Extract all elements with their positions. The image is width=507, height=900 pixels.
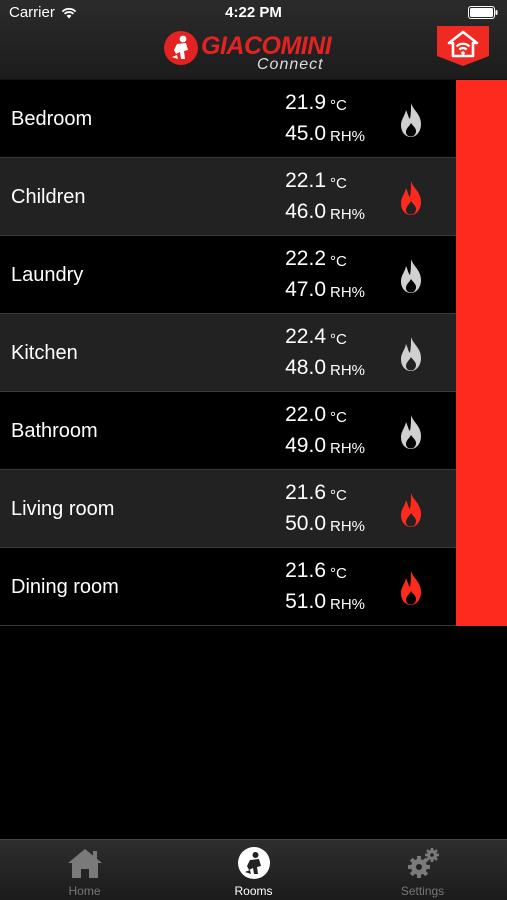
humidity-value: 48.0 [285,356,326,379]
room-name: Dining room [11,576,119,598]
temperature-value: 21.6 [285,481,326,504]
logo-subtitle: Connect [257,56,324,73]
room-name: Laundry [11,264,84,286]
home-icon [68,849,102,878]
temperature-value: 21.6 [285,559,326,582]
flame-active-icon [401,493,421,527]
temperature-unit: °C [330,487,347,504]
battery-icon [468,6,498,19]
room-row[interactable]: Dining room 21.6 °C 51.0 RH% [0,548,507,626]
tab-home-label: Home [68,884,101,898]
status-time: 4:22 PM [225,4,282,21]
temperature-value: 22.1 [285,169,326,192]
temperature-reading: 22.4 °C [270,323,370,353]
humidity-unit: RH% [330,284,366,301]
temperature-unit: °C [330,175,347,192]
flame-icon [401,259,421,293]
temperature-reading: 22.0 °C [270,401,370,431]
room-status-strip[interactable] [456,158,507,236]
tab-home[interactable]: Home [0,840,169,900]
flame-active-icon [401,181,421,215]
temperature-reading: 21.6 °C [270,557,370,587]
room-name: Children [11,186,86,208]
humidity-unit: RH% [330,128,366,145]
humidity-unit: RH% [330,596,366,613]
tab-bar: Home Rooms Settings [0,839,507,900]
room-name: Kitchen [11,342,78,364]
room-row[interactable]: Laundry 22.2 °C 47.0 RH% [0,236,507,314]
humidity-reading: 46.0 RH% [270,198,370,228]
humidity-reading: 51.0 RH% [270,588,370,618]
humidity-value: 47.0 [285,278,326,301]
temperature-unit: °C [330,565,347,582]
humidity-unit: RH% [330,518,366,535]
humidity-reading: 48.0 RH% [270,354,370,384]
humidity-reading: 50.0 RH% [270,510,370,540]
status-bar: Carrier 4:22 PM [0,0,507,26]
flame-icon [401,103,421,137]
temperature-reading: 21.6 °C [270,479,370,509]
room-row[interactable]: Bedroom 21.9 °C 45.0 RH% [0,80,507,158]
humidity-unit: RH% [330,206,366,223]
humidity-value: 45.0 [285,122,326,145]
flame-icon [401,337,421,371]
temperature-unit: °C [330,97,347,114]
temperature-value: 22.2 [285,247,326,270]
room-name: Living room [11,498,115,520]
temperature-reading: 21.9 °C [270,89,370,119]
humidity-value: 51.0 [285,590,326,613]
tab-rooms[interactable]: Rooms [169,840,338,900]
flame-active-icon [401,571,421,605]
humidity-unit: RH% [330,362,366,379]
room-name: Bedroom [11,108,93,130]
temperature-reading: 22.2 °C [270,245,370,275]
room-status-strip[interactable] [456,392,507,470]
room-status-strip[interactable] [456,470,507,548]
humidity-reading: 47.0 RH% [270,276,370,306]
humidity-unit: RH% [330,440,366,457]
rooms-list: Bedroom 21.9 °C 45.0 RH% Children 22.1 °C 46.0 RH… [0,80,507,626]
rooms-icon [238,847,270,879]
temperature-reading: 22.1 °C [270,167,370,197]
temperature-value: 21.9 [285,91,326,114]
room-name: Bathroom [11,420,98,442]
app-header: Carrier 4:22 PM GIACOMINI Connect [0,0,507,80]
room-status-strip[interactable] [456,314,507,392]
temperature-value: 22.0 [285,403,326,426]
logo-badge-icon [164,31,198,65]
temperature-value: 22.4 [285,325,326,348]
tab-settings[interactable]: Settings [338,840,507,900]
temperature-unit: °C [330,409,347,426]
humidity-reading: 49.0 RH% [270,432,370,462]
temperature-unit: °C [330,253,347,270]
humidity-value: 46.0 [285,200,326,223]
room-row[interactable]: Bathroom 22.0 °C 49.0 RH% [0,392,507,470]
room-row[interactable]: Living room 21.6 °C 50.0 RH% [0,470,507,548]
temperature-unit: °C [330,331,347,348]
room-status-strip[interactable] [456,236,507,314]
tab-settings-label: Settings [400,884,445,898]
humidity-value: 49.0 [285,434,326,457]
humidity-value: 50.0 [285,512,326,535]
room-row[interactable]: Children 22.1 °C 46.0 RH% [0,158,507,236]
giacomini-logo: GIACOMINI Connect [163,28,349,76]
home-network-button[interactable] [437,26,489,66]
tab-rooms-label: Rooms [234,884,273,898]
room-status-strip[interactable] [456,548,507,626]
humidity-reading: 45.0 RH% [270,120,370,150]
room-row[interactable]: Kitchen 22.4 °C 48.0 RH% [0,314,507,392]
room-status-strip[interactable] [456,80,507,158]
flame-icon [401,415,421,449]
gear-icon [408,848,439,878]
